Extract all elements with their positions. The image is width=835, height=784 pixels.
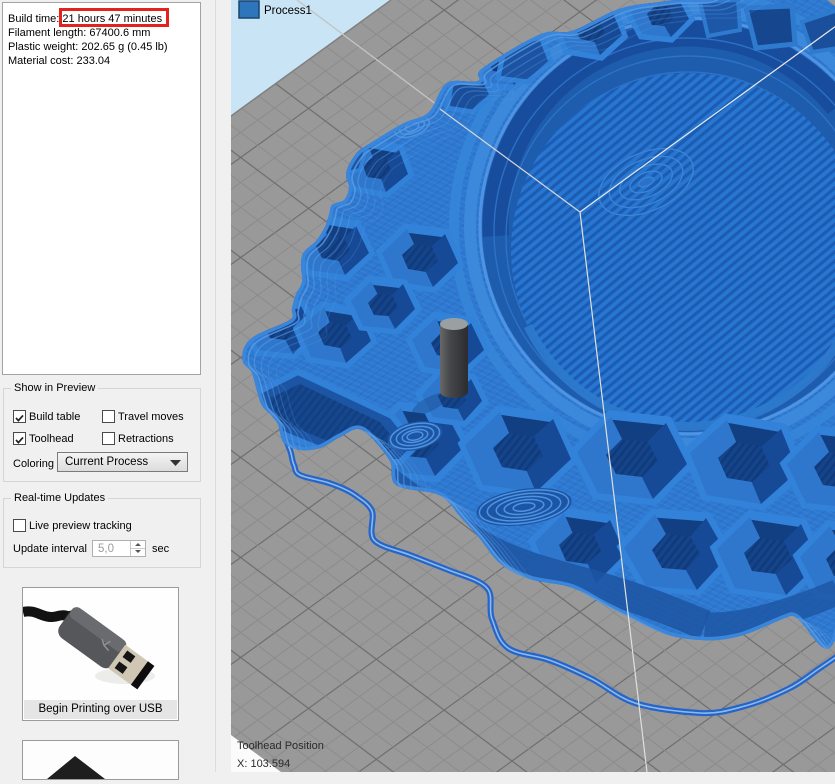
svg-text:X: 103.594: X: 103.594 [237, 758, 290, 770]
svg-text:Process1: Process1 [264, 5, 312, 17]
svg-text:Toolhead Position: Toolhead Position [237, 740, 324, 752]
